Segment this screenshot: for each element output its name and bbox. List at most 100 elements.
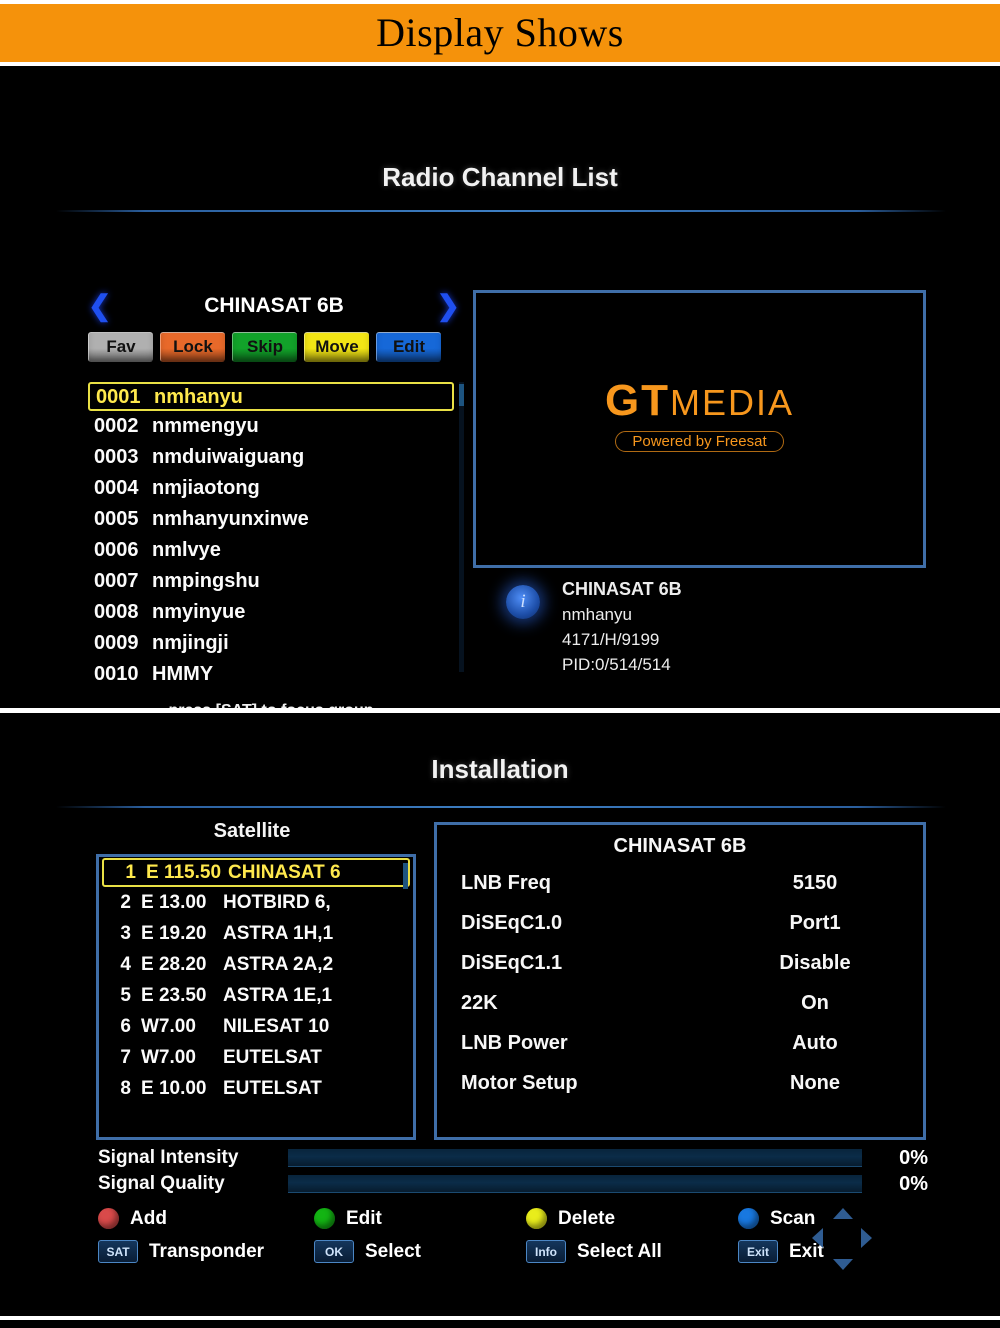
gtmedia-logo: GTMEDIA Powered by Freesat xyxy=(476,379,923,452)
color-button-label: Move xyxy=(315,337,359,356)
signal-meter-row: Signal Quality 0% xyxy=(98,1172,928,1198)
current-satellite-name: CHINASAT 6B xyxy=(204,294,344,317)
channel-number: 0002 xyxy=(94,415,139,437)
channel-row[interactable]: 0006 nmlvye xyxy=(88,535,454,566)
red-dot-icon xyxy=(98,1208,119,1229)
satellite-row[interactable]: 3 E 19.20 ASTRA 1H,1 xyxy=(99,918,413,949)
chevron-right-icon[interactable]: ❯ xyxy=(437,292,460,320)
lnb-setting-row[interactable]: 22K On xyxy=(437,988,923,1018)
channel-row[interactable]: 0008 nmyinyue xyxy=(88,597,454,628)
channel-name: nmyinyue xyxy=(152,601,246,623)
color-button-skip[interactable]: Skip xyxy=(232,332,297,362)
lnb-setting-label: DiSEqC1.0 xyxy=(461,912,563,934)
green-dot-icon xyxy=(314,1208,335,1229)
satellite-row[interactable]: 2 E 13.00 HOTBIRD 6, xyxy=(99,887,413,918)
page-banner: Display Shows xyxy=(0,4,1000,62)
legend-item-exit[interactable]: Exit Exit xyxy=(738,1240,824,1263)
satellite-position: E 10.00 xyxy=(141,1078,207,1099)
lnb-setting-row[interactable]: LNB Freq 5150 xyxy=(437,868,923,898)
channel-number: 0009 xyxy=(94,632,139,654)
channel-row[interactable]: 0010 HMMY xyxy=(88,659,454,690)
color-button-label: Lock xyxy=(173,337,213,356)
lnb-setting-row[interactable]: LNB Power Auto xyxy=(437,1028,923,1058)
lnb-setting-value: Port1 xyxy=(789,912,841,934)
satellite-list-panel[interactable]: 1 E 115.50 CHINASAT 6 2 E 13.00 HOTBIRD 6, 3 E … xyxy=(96,854,416,1140)
channel-name: nmjingji xyxy=(152,632,229,654)
channel-row[interactable]: 0002 nmmengyu xyxy=(88,411,454,442)
legend-item-add[interactable]: Add xyxy=(98,1208,314,1230)
legend-item-label: Delete xyxy=(558,1207,616,1229)
satellite-row[interactable]: 6 W7.00 NILESAT 10 xyxy=(99,1011,413,1042)
channel-row[interactable]: 0004 nmjiaotong xyxy=(88,473,454,504)
satellite-position: E 19.20 xyxy=(141,923,207,944)
lnb-setting-value: Disable xyxy=(779,952,851,974)
satellite-name: NILESAT 10 xyxy=(223,1016,330,1037)
bottom-white-rule xyxy=(0,1316,1000,1320)
lnb-setting-label: Motor Setup xyxy=(461,1072,578,1094)
satellite-row[interactable]: 4 E 28.20 ASTRA 2A,2 xyxy=(99,949,413,980)
satellite-name: EUTELSAT xyxy=(223,1078,322,1099)
legend-item-delete[interactable]: Delete xyxy=(526,1208,738,1230)
satellite-list-scrollbar-thumb[interactable] xyxy=(403,863,408,889)
lnb-setting-row[interactable]: DiSEqC1.1 Disable xyxy=(437,948,923,978)
channel-number: 0004 xyxy=(94,477,139,499)
satellite-index: 8 xyxy=(120,1078,131,1099)
satellite-index: 6 xyxy=(120,1016,131,1037)
signal-meter-row: Signal Intensity 0% xyxy=(98,1146,928,1172)
legend-item-transponder[interactable]: SAT Transponder xyxy=(98,1240,314,1263)
satellite-row[interactable]: 1 E 115.50 CHINASAT 6 xyxy=(102,858,410,887)
installation-title-divider xyxy=(56,806,946,808)
satellite-row[interactable]: 8 E 10.00 EUTELSAT xyxy=(99,1073,413,1104)
dpad-icon xyxy=(812,1208,872,1270)
logo-tagline: Powered by Freesat xyxy=(615,431,784,452)
exit-key-icon: Exit xyxy=(738,1240,778,1263)
channel-list-scrollbar-track[interactable] xyxy=(459,382,464,672)
lnb-setting-value: None xyxy=(790,1072,840,1094)
channel-name: nmlvye xyxy=(152,539,221,561)
satellite-position: W7.00 xyxy=(141,1016,196,1037)
legend-item-label: Select xyxy=(365,1240,421,1262)
satellite-row[interactable]: 7 W7.00 EUTELSAT xyxy=(99,1042,413,1073)
ok-key-icon: OK xyxy=(314,1240,354,1263)
color-button-edit[interactable]: Edit xyxy=(376,332,441,362)
channel-number: 0005 xyxy=(94,508,139,530)
channel-row[interactable]: 0009 nmjingji xyxy=(88,628,454,659)
lnb-setting-label: LNB Freq xyxy=(461,872,551,894)
satellite-index: 1 xyxy=(125,862,136,883)
channel-number: 0008 xyxy=(94,601,139,623)
lnb-setting-row[interactable]: Motor Setup None xyxy=(437,1068,923,1098)
satellite-index: 2 xyxy=(120,892,131,913)
satellite-position: E 13.00 xyxy=(141,892,207,913)
satellite-index: 3 xyxy=(120,923,131,944)
lnb-setting-label: LNB Power xyxy=(461,1032,568,1054)
legend-item-scan[interactable]: Scan xyxy=(738,1208,815,1230)
channel-row[interactable]: 0005 nmhanyunxinwe xyxy=(88,504,454,535)
signal-meter-bar xyxy=(288,1175,862,1193)
channel-row[interactable]: 0007 nmpingshu xyxy=(88,566,454,597)
legend-item-edit[interactable]: Edit xyxy=(314,1208,526,1230)
satellite-name: ASTRA 1E,1 xyxy=(223,985,333,1006)
satellite-list[interactable]: 1 E 115.50 CHINASAT 6 2 E 13.00 HOTBIRD 6, 3 E … xyxy=(99,858,413,1104)
dpad-left-icon xyxy=(812,1228,823,1248)
info-pid: PID:0/514/514 xyxy=(562,655,671,674)
lnb-setting-label: DiSEqC1.1 xyxy=(461,952,563,974)
satellite-position: E 28.20 xyxy=(141,954,207,975)
color-button-move[interactable]: Move xyxy=(304,332,369,362)
channel-list-scrollbar-thumb[interactable] xyxy=(459,384,464,406)
satellite-row[interactable]: 5 E 23.50 ASTRA 1E,1 xyxy=(99,980,413,1011)
blue-dot-icon xyxy=(738,1208,759,1229)
lnb-settings-panel[interactable]: CHINASAT 6B LNB Freq 5150 DiSEqC1.0 Port1 Di… xyxy=(434,822,926,1140)
color-button-lock[interactable]: Lock xyxy=(160,332,225,362)
legend-item-select-all[interactable]: Info Select All xyxy=(526,1240,738,1263)
dpad-up-icon xyxy=(833,1208,853,1219)
lnb-setting-value: 5150 xyxy=(792,872,838,894)
lnb-setting-row[interactable]: DiSEqC1.0 Port1 xyxy=(437,908,923,938)
legend-item-select[interactable]: OK Select xyxy=(314,1240,526,1263)
channel-row[interactable]: 0003 nmduiwaiguang xyxy=(88,442,454,473)
info-key-icon: Info xyxy=(526,1240,566,1263)
color-button-fav[interactable]: Fav xyxy=(88,332,153,362)
channel-list[interactable]: 0001 nmhanyu 0002 nmmengyu 0003 nmduiwaiguang… xyxy=(88,382,454,690)
channel-name: nmhanyu xyxy=(154,386,243,408)
satellite-name: CHINASAT 6 xyxy=(228,862,341,883)
channel-row[interactable]: 0001 nmhanyu xyxy=(88,382,454,411)
